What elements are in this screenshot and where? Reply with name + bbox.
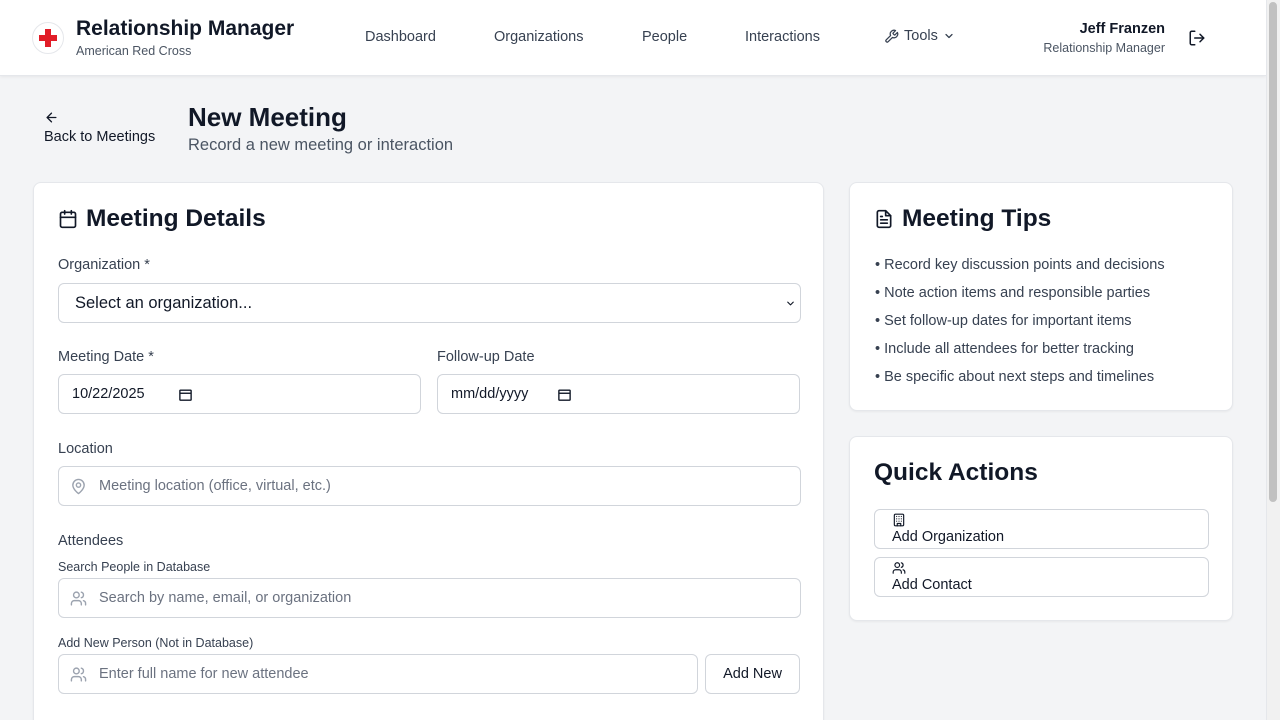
meeting-tips-title: Meeting Tips <box>902 205 1052 232</box>
user-name: Jeff Franzen <box>1079 21 1165 37</box>
location-placeholder: Meeting location (office, virtual, etc.) <box>99 478 331 494</box>
meeting-details-card: Meeting Details Organization * Select an… <box>33 182 824 720</box>
meeting-details-title: Meeting Details <box>86 205 266 232</box>
users-icon <box>892 562 906 574</box>
tip-item: • Note action items and responsible part… <box>875 285 1151 301</box>
tip-item: • Set follow-up dates for important item… <box>875 313 1132 329</box>
add-organization-button[interactable]: Add Organization <box>874 509 1209 549</box>
location-input[interactable]: Meeting location (office, virtual, etc.) <box>58 466 801 506</box>
user-role: Relationship Manager <box>1043 41 1165 55</box>
chevron-down-icon <box>787 301 794 306</box>
add-contact-label: Add Contact <box>892 577 972 593</box>
quick-actions-card: Quick Actions Add Organization Add Conta… <box>849 436 1233 621</box>
back-label: Back to Meetings <box>44 129 156 145</box>
followup-date-input[interactable]: mm/dd/yyyy <box>437 374 800 414</box>
nav-tools-label: Tools <box>904 28 938 44</box>
add-organization-label: Add Organization <box>892 529 1005 545</box>
quick-actions-title: Quick Actions <box>874 459 1038 486</box>
users-icon <box>70 667 87 682</box>
search-people-label: Search People in Database <box>58 560 211 574</box>
meeting-date-input[interactable]: 10/22/2025 <box>58 374 421 414</box>
app-title: Relationship Manager <box>76 17 295 40</box>
meeting-date-value: 10/22/2025 <box>72 386 145 402</box>
calendar-picker-icon[interactable] <box>178 387 193 402</box>
followup-date-placeholder: mm/dd/yyyy <box>451 386 529 402</box>
tip-item: • Include all attendees for better track… <box>875 341 1134 357</box>
attendees-label: Attendees <box>58 533 124 549</box>
arrow-left-icon <box>46 112 57 123</box>
add-contact-button[interactable]: Add Contact <box>874 557 1209 597</box>
search-people-placeholder: Search by name, email, or organization <box>99 590 352 606</box>
calendar-icon <box>59 209 77 229</box>
vertical-scrollbar-thumb[interactable] <box>1269 2 1277 502</box>
building-icon <box>893 513 905 527</box>
nav-dashboard[interactable]: Dashboard <box>365 29 436 45</box>
location-label: Location <box>58 441 113 457</box>
tip-item: • Be specific about next steps and timel… <box>875 369 1155 385</box>
followup-date-label: Follow-up Date <box>437 349 535 365</box>
page-subtitle: Record a new meeting or interaction <box>188 136 454 154</box>
map-pin-icon <box>72 478 85 495</box>
new-attendee-input[interactable]: Enter full name for new attendee <box>58 654 698 694</box>
organization-label: Organization * <box>58 257 150 273</box>
meeting-tips-card: Meeting Tips • Record key discussion poi… <box>849 182 1233 411</box>
users-icon <box>70 591 87 606</box>
wrench-icon <box>885 29 899 43</box>
organization-select-value: Select an organization... <box>75 294 253 312</box>
new-attendee-placeholder: Enter full name for new attendee <box>99 666 309 682</box>
meeting-date-label: Meeting Date * <box>58 349 154 365</box>
tip-item: • Record key discussion points and decis… <box>875 257 1165 273</box>
calendar-picker-icon[interactable] <box>557 387 572 402</box>
add-new-attendee-button[interactable]: Add New <box>705 654 800 694</box>
top-navigation-bar: Relationship Manager American Red Cross … <box>0 0 1266 76</box>
search-people-input[interactable]: Search by name, email, or organization <box>58 578 801 618</box>
add-new-person-label: Add New Person (Not in Database) <box>58 636 254 650</box>
nav-tools-menu[interactable]: Tools <box>884 28 955 44</box>
organization-select[interactable]: Select an organization... <box>58 283 801 323</box>
file-text-icon <box>876 209 892 229</box>
org-name: American Red Cross <box>76 44 192 58</box>
red-cross-icon <box>39 29 57 47</box>
logout-icon[interactable] <box>1188 29 1206 47</box>
nav-people[interactable]: People <box>642 29 687 45</box>
red-cross-logo[interactable] <box>32 22 64 54</box>
nav-interactions[interactable]: Interactions <box>745 29 820 45</box>
chevron-down-icon <box>945 33 953 39</box>
nav-organizations[interactable]: Organizations <box>494 29 583 45</box>
page-title: New Meeting <box>188 102 347 132</box>
